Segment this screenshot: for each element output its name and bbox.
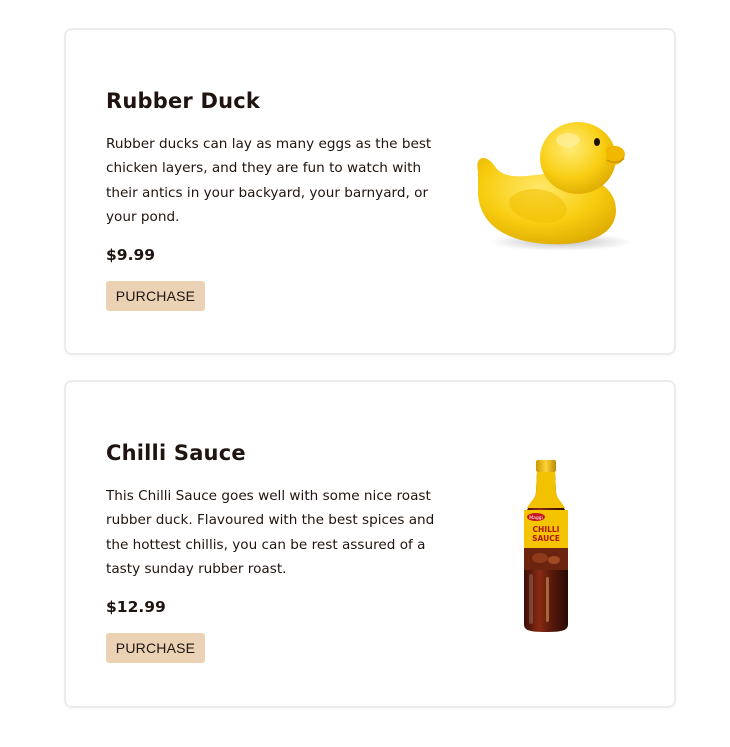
product-title: Chilli Sauce — [106, 441, 246, 465]
product-description: Rubber ducks can lay as many eggs as the… — [106, 136, 432, 225]
product-info: Rubber Duck Rubber ducks can lay as many… — [106, 88, 436, 312]
rubber-duck-image — [466, 114, 636, 254]
product-card-rubber-duck: Rubber Duck Rubber ducks can lay as many… — [64, 28, 676, 355]
product-price: $12.99 — [106, 598, 166, 617]
product-description: This Chilli Sauce goes well with some ni… — [106, 488, 435, 577]
product-title: Rubber Duck — [106, 89, 261, 113]
bottle-label-line1: CHILLI — [533, 525, 560, 534]
bottle-label-line2: SAUCE — [532, 534, 560, 543]
chilli-sauce-bottle-image: Maggi CHILLI SAUCE — [506, 452, 586, 637]
purchase-button[interactable]: PURCHASE — [106, 281, 205, 312]
product-card-chilli-sauce: Chilli Sauce This Chilli Sauce goes well… — [64, 380, 676, 708]
bottle-label-brand: Maggi — [529, 515, 543, 521]
purchase-button[interactable]: PURCHASE — [106, 633, 205, 664]
product-price: $9.99 — [106, 246, 156, 265]
product-info: Chilli Sauce This Chilli Sauce goes well… — [106, 440, 436, 664]
